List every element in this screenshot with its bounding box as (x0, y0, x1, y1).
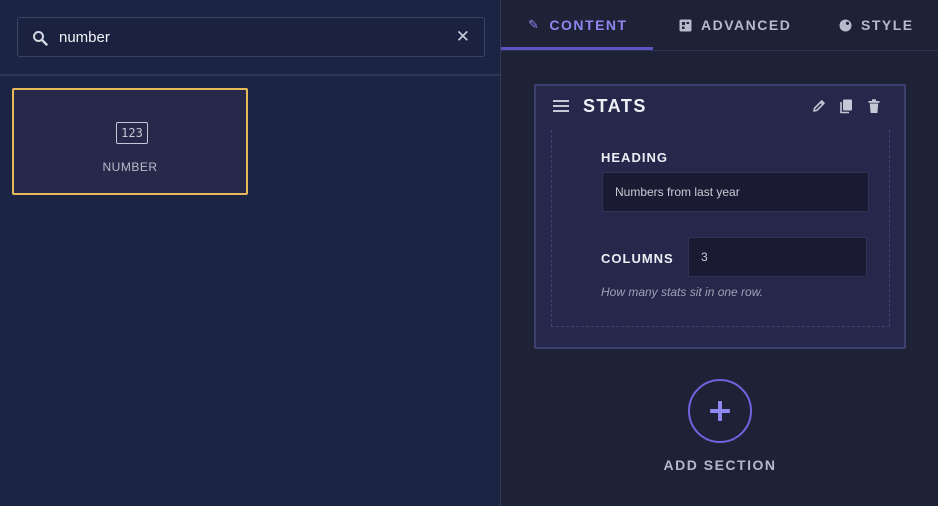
grid-icon (679, 19, 692, 31)
tab-style[interactable]: STYLE (839, 0, 914, 50)
add-section-button[interactable] (688, 379, 752, 443)
widget-card-number[interactable]: 123 NUMBER (12, 88, 248, 195)
tab-label: ADVANCED (701, 17, 792, 33)
settings-tabs: ✎ CONTENT ADVANCED STYLE (501, 0, 938, 52)
search-value[interactable]: number (59, 29, 110, 46)
panel-divider (500, 0, 501, 506)
clear-search-icon[interactable]: ✕ (456, 28, 470, 46)
number-widget-icon: 123 (116, 122, 148, 144)
duplicate-icon[interactable] (838, 98, 854, 114)
tab-content[interactable]: ✎ CONTENT (528, 0, 628, 50)
pencil-icon: ✎ (528, 17, 541, 32)
tab-label: CONTENT (549, 17, 628, 33)
drag-handle-icon[interactable] (553, 100, 569, 114)
plus-icon (710, 401, 730, 421)
widget-label: NUMBER (102, 160, 158, 174)
search-icon (33, 31, 48, 46)
add-section-label: ADD SECTION (663, 457, 777, 473)
search-divider (0, 74, 500, 76)
edit-icon[interactable] (811, 98, 827, 114)
columns-input[interactable]: 3 (688, 237, 867, 277)
heading-label: HEADING (601, 150, 668, 165)
palette-icon (839, 19, 852, 31)
heading-input[interactable]: Numbers from last year (602, 172, 869, 212)
section-card: STATS HEADING Numbers from last year COL… (534, 84, 906, 349)
tabs-divider (501, 50, 938, 51)
tab-advanced[interactable]: ADVANCED (679, 0, 791, 50)
trash-icon[interactable] (866, 98, 882, 114)
search-input[interactable]: number ✕ (17, 17, 485, 57)
columns-help-text: How many stats sit in one row. (601, 285, 764, 299)
columns-label: COLUMNS (601, 251, 674, 266)
section-title: STATS (583, 96, 647, 116)
tab-label: STYLE (861, 17, 914, 33)
